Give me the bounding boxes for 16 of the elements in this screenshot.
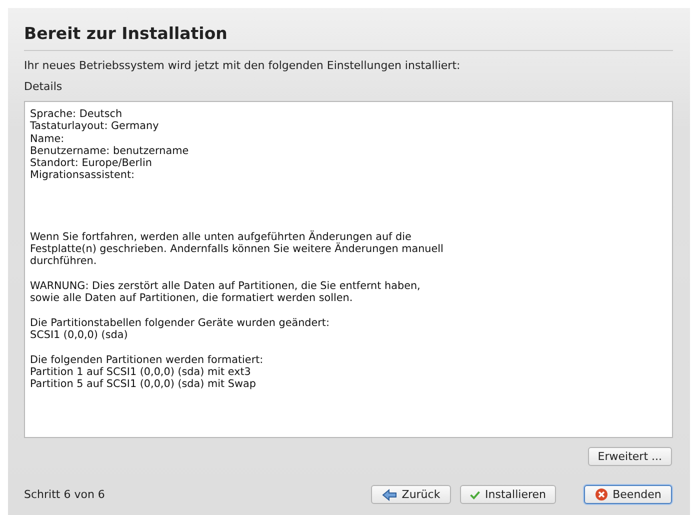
step-indicator: Schritt 6 von 6: [24, 488, 106, 501]
dialog-button[interactable]: Beenden: [584, 485, 672, 504]
cancel-icon: [594, 488, 608, 501]
advanced-button[interactable]: Erweitert ...: [588, 447, 672, 466]
details-paragraph: Die folgenden Partitionen werden formatiert: Partition 1 auf SCSI1 (0,0,0) (sda) mit ext3 Partition 5 auf SCSI1 (0,0,0) (sda) mit Swap: [30, 354, 264, 391]
details-paragraph: Wenn Sie fortfahren, werden alle unten aufgeführten Änderungen auf die Festplatte(n) geschrieben. Andernfalls können Sie weitere Änderungen manuell durchführen.: [30, 230, 444, 268]
dialog-title: Bereit zur Installation: [24, 23, 228, 43]
dialog-button[interactable]: Zurück: [371, 485, 451, 504]
details-paragraph: Die Partitionstabellen folgender Geräte wurden geändert: SCSI1 (0,0,0) (sda): [30, 316, 331, 342]
dialog-button[interactable]: Installieren: [460, 485, 556, 504]
details-paragraph: WARNUNG: Dies zerstört alle Daten auf Partitionen, die Sie entfernt haben, sowie alle Daten auf Partitionen, die formatiert werden sollen.: [30, 280, 422, 305]
checkmark-icon: [470, 488, 480, 500]
left-arrow-icon: [382, 488, 397, 500]
details-paragraph: Sprache: Deutsch Tastaturlayout: Germany Name: Benutzername: benutzername Standort: Europe/Berlin Migrationsassistent:: [30, 108, 190, 182]
intro-text: Ihr neues Betriebssystem wird jetzt mit den folgenden Einstellungen installiert:: [24, 59, 462, 73]
details-label: Details: [24, 80, 64, 94]
